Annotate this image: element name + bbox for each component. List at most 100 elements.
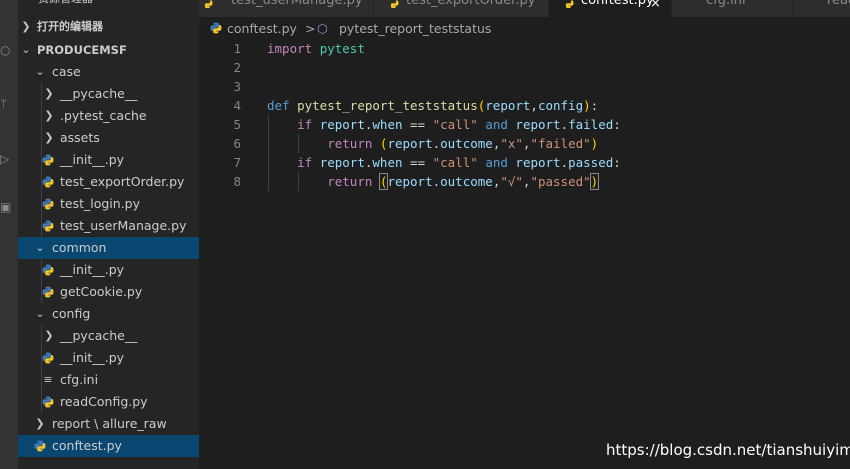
chevron-right-icon: ❯ <box>44 131 54 144</box>
tree-folder-common[interactable]: ⌄ common <box>18 237 199 259</box>
code-token: when <box>372 117 403 132</box>
chevron-right-icon: ❯ <box>44 109 54 122</box>
tree-item-label: test_login.py <box>60 196 141 211</box>
tree-item-label: common <box>52 240 107 255</box>
tree-folder-assets[interactable]: ❯ assets <box>18 127 199 149</box>
code-token: report <box>319 155 365 170</box>
code-editor[interactable]: 1 2 3 4 5 6 7 8 import pytest def pytest… <box>199 39 850 469</box>
tree-item-label: __pycache__ <box>60 328 138 343</box>
tab-readconfig[interactable]: read <box>793 0 850 17</box>
tree-file-getcookie[interactable]: getCookie.py <box>18 281 199 303</box>
code-token: report <box>319 117 365 132</box>
tree-item-label: __init__.py <box>60 262 125 277</box>
tree-file-test-usermanage[interactable]: test_userManage.py <box>18 215 199 237</box>
editor-tab-bar: test_userManage.py test_exportOrder.py c… <box>199 0 850 17</box>
watermark: https://blog.csdn.net/tianshuiyimo <box>606 441 850 459</box>
tab-label: test_userManage.py <box>231 0 363 8</box>
code-token: and <box>485 117 508 132</box>
tab-label: test_exportOrder.py <box>406 0 536 8</box>
tab-label: read <box>827 0 850 8</box>
cube-icon: ⬡ <box>317 21 328 36</box>
tree-folder-pycache[interactable]: ❯ __pycache__ <box>18 83 199 105</box>
code-token: outcome <box>440 136 493 151</box>
line-number: 6 <box>233 136 241 151</box>
tree-file-init[interactable]: __init__.py <box>18 149 199 171</box>
tab-conftest[interactable]: conftest.py × <box>549 0 672 17</box>
python-file-icon <box>42 352 54 364</box>
code-token: if <box>297 117 313 132</box>
python-file-icon <box>204 0 213 9</box>
close-icon[interactable]: × <box>650 0 661 11</box>
code-token: import <box>267 41 313 56</box>
tree-file-readconfig[interactable]: readConfig.py <box>18 391 199 413</box>
code-token: report <box>387 174 433 189</box>
tree-folder-pytest-cache[interactable]: ❯ .pytest_cache <box>18 105 199 127</box>
run-debug-icon[interactable]: ▷ <box>0 152 14 166</box>
tree-file-cfg-ini[interactable]: ≡ cfg.ini <box>18 369 199 391</box>
code-token: failed <box>568 117 614 132</box>
code-line-6: return (report.outcome,"x","failed") <box>327 136 599 151</box>
tree-item-label: conftest.py <box>52 438 122 453</box>
breadcrumb-symbol[interactable]: pytest_report_teststatus <box>339 21 491 36</box>
tree-item-label: readConfig.py <box>60 394 148 409</box>
tree-file-test-login[interactable]: test_login.py <box>18 193 199 215</box>
tab-test-exportorder[interactable]: test_exportOrder.py <box>374 0 549 17</box>
code-line-4: def pytest_report_teststatus(report,conf… <box>267 98 599 113</box>
tree-folder-case[interactable]: ⌄ case <box>18 61 199 83</box>
line-number: 8 <box>233 174 241 189</box>
explorer-header: 资源管理器 <box>18 0 199 10</box>
breadcrumb-file[interactable]: conftest.py <box>227 21 297 36</box>
tree-file-init[interactable]: __init__.py <box>18 347 199 369</box>
open-editors-section[interactable]: ❯ 打开的编辑器 <box>18 16 199 38</box>
code-token: return <box>327 136 373 151</box>
python-file-icon <box>42 220 54 232</box>
chevron-down-icon: ⌄ <box>35 307 45 320</box>
settings-file-icon: ≡ <box>43 373 53 386</box>
project-section[interactable]: ⌄ PRODUCEMSF <box>18 39 199 61</box>
tab-test-usermanage[interactable]: test_userManage.py <box>199 0 374 17</box>
code-token: "call" <box>432 155 478 170</box>
python-file-icon <box>34 440 46 452</box>
code-token: == <box>410 155 426 170</box>
code-token: def <box>267 98 290 113</box>
tree-folder-config[interactable]: ⌄ config <box>18 303 199 325</box>
code-token: return <box>327 174 373 189</box>
python-file-icon <box>42 154 54 166</box>
line-number: 7 <box>233 155 241 170</box>
tab-label: cfg.ini <box>706 0 746 8</box>
tree-item-label: case <box>52 64 81 79</box>
tree-file-init[interactable]: __init__.py <box>18 259 199 281</box>
chevron-right-icon: ❯ <box>21 20 31 33</box>
line-number: 4 <box>233 98 241 113</box>
search-icon[interactable]: ○ <box>0 43 14 57</box>
tree-folder-pycache[interactable]: ❯ __pycache__ <box>18 325 199 347</box>
code-token: "failed" <box>530 136 591 151</box>
tree-file-conftest[interactable]: conftest.py <box>18 435 199 457</box>
line-number: 2 <box>233 60 241 75</box>
code-token: report <box>485 98 531 113</box>
code-token: outcome <box>440 174 493 189</box>
tree-folder-report[interactable]: ❯ report \ allure_raw <box>18 413 199 435</box>
code-token: "passed" <box>530 174 591 189</box>
python-file-icon <box>42 176 54 188</box>
breadcrumb-separator: > <box>305 21 316 36</box>
extensions-icon[interactable]: ▣ <box>0 200 14 214</box>
chevron-right-icon: ❯ <box>44 87 54 100</box>
source-control-icon[interactable]: ᛘ <box>0 97 14 111</box>
explorer-header-label: 资源管理器 <box>38 0 93 10</box>
tab-cfg-ini[interactable]: cfg.ini <box>672 0 793 17</box>
tree-item-label: __pycache__ <box>60 86 138 101</box>
chevron-down-icon: ⌄ <box>35 241 45 254</box>
tree-item-label: assets <box>60 130 100 145</box>
tree-item-label: config <box>52 306 91 321</box>
code-token: report <box>515 117 561 132</box>
open-editors-label: 打开的编辑器 <box>37 20 103 33</box>
chevron-down-icon: ⌄ <box>21 43 31 56</box>
tree-file-test-exportorder[interactable]: test_exportOrder.py <box>18 171 199 193</box>
code-token: "call" <box>432 117 478 132</box>
tree-item-label: getCookie.py <box>60 284 143 299</box>
code-token: == <box>410 117 426 132</box>
explorer-sidebar: 资源管理器 ❯ 打开的编辑器 ⌄ PRODUCEMSF ⌄ case ❯ __p… <box>18 0 199 469</box>
tree-item-label: __init__.py <box>60 152 125 167</box>
chevron-right-icon: ❯ <box>44 329 54 342</box>
